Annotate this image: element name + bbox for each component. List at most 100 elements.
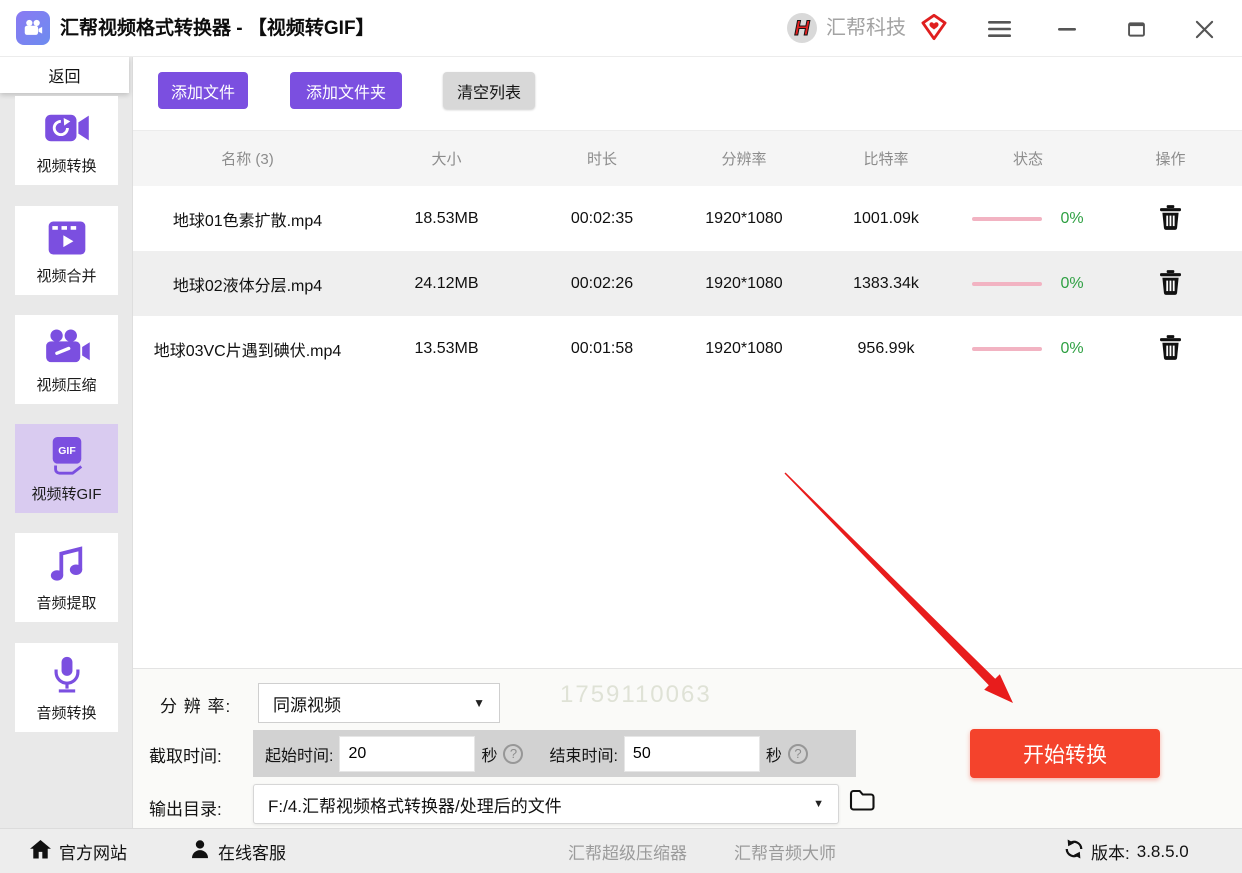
folder-icon [849, 800, 876, 815]
seconds-label: 秒 [766, 742, 782, 766]
action-cell [1099, 205, 1242, 233]
svg-text:H: H [794, 17, 810, 40]
video-to-gif-icon: GIF [15, 434, 118, 478]
sidebar-item-audio-extract[interactable]: 音频提取 [15, 533, 118, 622]
file-size: 18.53MB [362, 210, 531, 228]
sidebar-item-label: 视频转GIF [32, 483, 102, 504]
add-folder-button[interactable]: 添加文件夹 [290, 72, 402, 109]
add-file-button[interactable]: 添加文件 [158, 72, 248, 109]
output-dir-label: 输出目录: [149, 795, 222, 820]
start-convert-button[interactable]: 开始转换 [970, 729, 1160, 778]
table-row: 地球03VC片遇到碘伏.mp4 13.53MB 00:01:58 1920*10… [133, 316, 1242, 381]
column-header: 比特率 [815, 148, 957, 169]
official-site-label: 官方网站 [59, 839, 127, 864]
chevron-down-icon: ▼ [473, 696, 485, 710]
brand-logo-icon: H [786, 12, 818, 49]
seconds-label: 秒 [481, 742, 497, 766]
file-name: 地球01色素扩散.mp4 [133, 207, 362, 231]
video-merge-icon [15, 216, 118, 260]
brand-badge-icon [920, 13, 948, 46]
version-info: 版本: 3.8.5.0 [1064, 829, 1189, 873]
file-name: 地球03VC片遇到碘伏.mp4 [133, 337, 362, 361]
back-label: 返回 [48, 63, 80, 87]
status-cell: 0% [957, 275, 1099, 293]
resolution-select[interactable]: 同源视频 ▼ [258, 683, 500, 723]
trash-icon [1160, 335, 1181, 363]
table-row: 地球01色素扩散.mp4 18.53MB 00:02:35 1920*1080 … [133, 186, 1242, 251]
super-compressor-link[interactable]: 汇帮超级压缩器 [568, 829, 687, 873]
action-cell [1099, 335, 1242, 363]
back-button[interactable]: 返回 [0, 57, 129, 93]
sidebar-item-label: 音频提取 [36, 592, 96, 613]
start-time-label: 起始时间: [265, 742, 333, 766]
sidebar-item-label: 音频转换 [36, 702, 96, 723]
audio-master-link[interactable]: 汇帮音频大师 [734, 829, 836, 873]
version-value: 3.8.5.0 [1137, 842, 1189, 862]
delete-button[interactable] [1099, 205, 1242, 233]
watermark-text: 1759110063 [560, 681, 712, 709]
file-duration: 00:01:58 [531, 340, 673, 358]
title-bar: 汇帮视频格式转换器 - 【视频转GIF】 H 汇帮科技 [0, 0, 1242, 57]
action-cell [1099, 270, 1242, 298]
table-row: 地球02液体分层.mp4 24.12MB 00:02:26 1920*1080 … [133, 251, 1242, 316]
column-header: 状态 [957, 148, 1099, 169]
end-time-input[interactable] [624, 736, 760, 772]
window-title: 汇帮视频格式转换器 - 【视频转GIF】 [60, 0, 375, 57]
status-cell: 0% [957, 210, 1099, 228]
sidebar-item-video-compress[interactable]: 视频压缩 [15, 315, 118, 404]
sidebar: 返回 视频转换 视频合并 视频压缩 GIF 视频转GIF 音频提取 [0, 57, 133, 828]
customer-service-link[interactable]: 在线客服 [190, 829, 286, 873]
official-site-link[interactable]: 官方网站 [30, 829, 127, 873]
menu-icon[interactable] [984, 14, 1014, 44]
clear-list-button[interactable]: 清空列表 [443, 72, 535, 109]
close-button[interactable] [1189, 14, 1219, 44]
resolution-label: 分 辨 率: [160, 692, 231, 717]
file-table: 地球01色素扩散.mp4 18.53MB 00:02:35 1920*1080 … [133, 186, 1242, 381]
progress-bar [972, 217, 1042, 221]
sidebar-item-video-convert[interactable]: 视频转换 [15, 96, 118, 185]
help-icon[interactable]: ? [503, 744, 523, 764]
file-size: 24.12MB [362, 275, 531, 293]
sidebar-item-label: 视频压缩 [36, 374, 96, 395]
help-icon[interactable]: ? [788, 744, 808, 764]
settings-panel: 分 辨 率: 同源视频 ▼ 1759110063 截取时间: 起始时间: 秒 ?… [133, 668, 1242, 828]
app-window: 汇帮视频格式转换器 - 【视频转GIF】 H 汇帮科技 [0, 0, 1242, 873]
maximize-button[interactable] [1121, 14, 1151, 44]
minimize-button[interactable] [1052, 14, 1082, 44]
sidebar-item-label: 视频转换 [36, 155, 96, 176]
video-compress-icon [15, 325, 118, 369]
file-bitrate: 1001.09k [815, 210, 957, 228]
start-time-input[interactable] [339, 736, 475, 772]
file-duration: 00:02:35 [531, 210, 673, 228]
brand-name: 汇帮科技 [826, 0, 906, 57]
column-header: 操作 [1099, 148, 1242, 169]
trash-icon [1160, 205, 1181, 233]
file-toolbar: 添加文件 添加文件夹 清空列表 [133, 57, 1242, 130]
refresh-icon[interactable] [1064, 839, 1084, 864]
file-duration: 00:02:26 [531, 275, 673, 293]
file-size: 13.53MB [362, 340, 531, 358]
svg-text:GIF: GIF [58, 446, 76, 457]
column-header: 分辨率 [673, 148, 815, 169]
column-header: 名称 (3) [133, 148, 362, 169]
sidebar-item-label: 视频合并 [36, 265, 96, 286]
sidebar-item-audio-convert[interactable]: 音频转换 [15, 643, 118, 732]
sidebar-item-video-to-gif[interactable]: GIF 视频转GIF [15, 424, 118, 513]
main-panel: 添加文件 添加文件夹 清空列表 名称 (3)大小时长分辨率比特率状态操作 地球0… [133, 57, 1242, 828]
delete-button[interactable] [1099, 270, 1242, 298]
audio-extract-icon [15, 543, 118, 587]
app-logo-icon [16, 11, 50, 45]
file-resolution: 1920*1080 [673, 210, 815, 228]
delete-button[interactable] [1099, 335, 1242, 363]
progress-percent: 0% [1060, 275, 1083, 293]
customer-service-icon [190, 839, 210, 864]
trim-time-label: 截取时间: [149, 742, 222, 767]
output-dir-value: F:/4.汇帮视频格式转换器/处理后的文件 [268, 792, 562, 817]
output-dir-select[interactable]: F:/4.汇帮视频格式转换器/处理后的文件 ▼ [253, 784, 839, 824]
progress-bar [972, 347, 1042, 351]
browse-folder-button[interactable] [849, 789, 876, 815]
audio-convert-icon [15, 653, 118, 697]
chevron-down-icon: ▼ [813, 798, 824, 810]
sidebar-item-video-merge[interactable]: 视频合并 [15, 206, 118, 295]
table-header: 名称 (3)大小时长分辨率比特率状态操作 [133, 130, 1242, 186]
